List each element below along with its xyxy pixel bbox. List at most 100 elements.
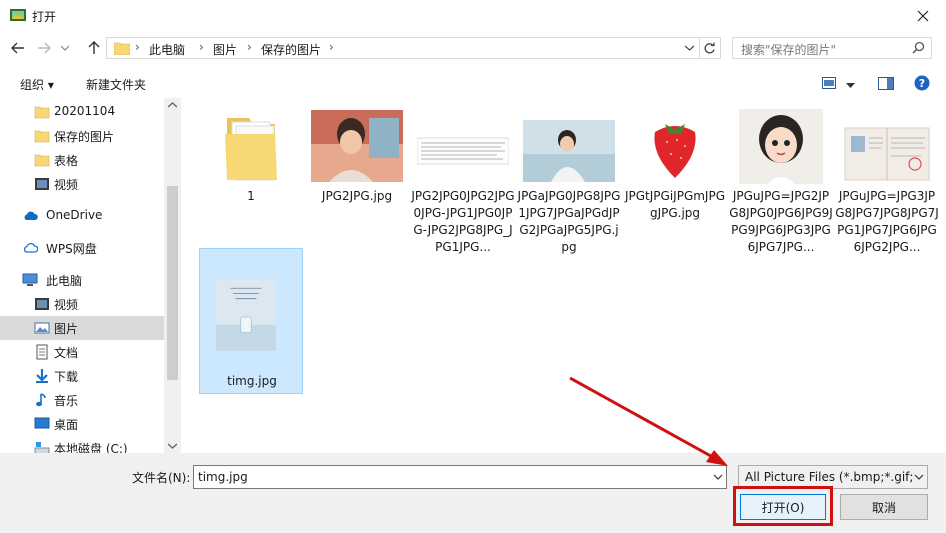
file-name: JPGuJPG=JPG2JPG8JPG0JPG6JPG9JPG9JPG6JPG3… bbox=[729, 189, 833, 254]
video-folder-icon bbox=[35, 298, 49, 310]
recent-locations-button[interactable] bbox=[58, 38, 72, 58]
sidebar-item-label: OneDrive bbox=[46, 208, 103, 222]
chevron-down-icon[interactable] bbox=[713, 470, 723, 484]
file-name: JPGtJPGiJPGmJPGgJPG.jpg bbox=[624, 189, 726, 220]
strawberry-thumbnail bbox=[629, 114, 721, 182]
file-tile[interactable]: JPGuJPG=JPG3JPG8JPG7JPG8JPG7JPG1JPG7JPG6… bbox=[835, 110, 939, 270]
file-tile[interactable]: JPG2JPG0JPG2JPG0JPG-JPG1JPG0JPG-JPG2JPG8… bbox=[411, 110, 515, 270]
file-tile[interactable]: JPG2JPG.jpg bbox=[305, 110, 409, 230]
organize-menu[interactable]: 组织 ▾ bbox=[20, 76, 54, 93]
sidebar-scrollbar[interactable] bbox=[164, 98, 181, 453]
close-button[interactable] bbox=[900, 0, 946, 32]
sidebar-item-videos-quick[interactable]: 视频 bbox=[0, 172, 164, 196]
up-arrow-icon bbox=[88, 41, 100, 54]
up-button[interactable] bbox=[84, 38, 104, 58]
folder-icon bbox=[34, 130, 50, 143]
file-name: JPG2JPG0JPG2JPG0JPG-JPG1JPG0JPG-JPG2JPG8… bbox=[411, 189, 515, 254]
breadcrumb-pictures[interactable]: 图片 bbox=[213, 41, 237, 58]
new-folder-button[interactable]: 新建文件夹 bbox=[86, 76, 146, 93]
forward-arrow-icon bbox=[38, 42, 51, 54]
pictures-folder-icon bbox=[34, 322, 50, 334]
view-options-button[interactable] bbox=[822, 77, 836, 89]
filename-value: timg.jpg bbox=[198, 470, 248, 484]
file-name: JPGuJPG=JPG3JPG8JPG7JPG8JPG7JPG1JPG7JPG6… bbox=[835, 189, 939, 254]
sidebar-item-desktop[interactable]: 桌面 bbox=[0, 412, 164, 436]
title-bar: 打开 bbox=[0, 0, 946, 32]
file-name: JPGaJPG0JPG8JPG1JPG7JPGaJPGdJPG2JPGaJPG5… bbox=[517, 189, 621, 254]
sidebar-item-saved-pictures[interactable]: 保存的图片 bbox=[0, 124, 164, 148]
sidebar-item-wps-cloud[interactable]: WPS网盘 bbox=[0, 236, 164, 260]
file-name: JPG2JPG.jpg bbox=[321, 189, 393, 203]
music-icon bbox=[36, 393, 46, 407]
cloud-icon bbox=[24, 211, 38, 220]
computer-icon bbox=[22, 273, 38, 286]
address-dropdown-button[interactable] bbox=[681, 39, 697, 57]
sidebar-item-pictures[interactable]: 图片 bbox=[0, 316, 164, 340]
video-folder-icon bbox=[35, 178, 49, 190]
search-placeholder: 搜索"保存的图片" bbox=[741, 43, 837, 57]
sidebar-item-20201104[interactable]: 20201104 bbox=[0, 100, 164, 124]
highlight-box bbox=[733, 486, 833, 526]
sidebar-item-videos[interactable]: 视频 bbox=[0, 292, 164, 316]
breadcrumb-separator: › bbox=[199, 40, 204, 54]
poster-thumbnail bbox=[216, 279, 276, 351]
sidebar-item-label: 视频 bbox=[54, 178, 79, 192]
file-tile-selected[interactable]: timg.jpg bbox=[199, 248, 303, 394]
file-tile[interactable]: JPGaJPG0JPG8JPG1JPG7JPGaJPGdJPG2JPGaJPG5… bbox=[517, 110, 621, 270]
scroll-up-icon[interactable] bbox=[168, 102, 177, 108]
scrollbar-thumb[interactable] bbox=[167, 186, 178, 380]
anime-character-thumbnail bbox=[311, 110, 403, 182]
drive-icon bbox=[34, 442, 50, 453]
forward-button[interactable] bbox=[34, 38, 54, 58]
certificate-thumbnail bbox=[844, 127, 930, 181]
sidebar-item-music[interactable]: 音乐 bbox=[0, 388, 164, 412]
view-dropdown-button[interactable] bbox=[846, 78, 856, 88]
folder-icon bbox=[34, 106, 50, 119]
sidebar-item-label: 文档 bbox=[54, 346, 79, 360]
sidebar-item-label: 音乐 bbox=[54, 394, 79, 408]
back-arrow-icon bbox=[11, 42, 24, 54]
search-box[interactable]: 搜索"保存的图片" bbox=[732, 37, 932, 59]
cancel-button-label: 取消 bbox=[871, 500, 896, 515]
cartoon-portrait-thumbnail bbox=[739, 109, 823, 184]
refresh-icon bbox=[704, 42, 715, 53]
sidebar-item-label: 视频 bbox=[54, 298, 79, 312]
sidebar-item-downloads[interactable]: 下载 bbox=[0, 364, 164, 388]
breadcrumb-saved-pictures[interactable]: 保存的图片 bbox=[261, 41, 321, 58]
cancel-button[interactable]: 取消 bbox=[840, 494, 928, 520]
close-icon bbox=[917, 10, 929, 22]
sidebar-item-documents[interactable]: 文档 bbox=[0, 340, 164, 364]
folder-icon bbox=[34, 154, 50, 167]
file-name: timg.jpg bbox=[227, 374, 277, 388]
sidebar-item-local-disk-c[interactable]: 本地磁盘 (C:) bbox=[0, 436, 164, 453]
document-scan-thumbnail bbox=[417, 137, 509, 165]
sidebar-item-label: 表格 bbox=[54, 154, 79, 168]
sidebar-item-label: WPS网盘 bbox=[46, 242, 97, 256]
sidebar-item-this-pc[interactable]: 此电脑 bbox=[0, 268, 164, 292]
sidebar-item-label: 保存的图片 bbox=[54, 130, 115, 144]
sidebar-item-label: 20201104 bbox=[54, 104, 116, 118]
filename-input[interactable]: timg.jpg bbox=[193, 465, 727, 489]
view-icon bbox=[822, 77, 836, 89]
sidebar-item-tables[interactable]: 表格 bbox=[0, 148, 164, 172]
sidebar-item-label: 本地磁盘 (C:) bbox=[54, 442, 128, 453]
wps-cloud-icon bbox=[23, 242, 38, 253]
file-tile[interactable]: JPGuJPG=JPG2JPG8JPG0JPG6JPG9JPG9JPG6JPG3… bbox=[729, 109, 833, 270]
file-tile[interactable]: 1 bbox=[199, 110, 303, 230]
help-button[interactable]: ? bbox=[914, 75, 930, 91]
address-bar[interactable]: › 此电脑 › 图片 › 保存的图片 › bbox=[106, 37, 700, 59]
breadcrumb-separator: › bbox=[135, 40, 140, 54]
sidebar-item-label: 图片 bbox=[54, 322, 79, 336]
back-button[interactable] bbox=[8, 38, 28, 58]
scroll-down-icon[interactable] bbox=[168, 443, 177, 449]
breadcrumb-this-pc[interactable]: 此电脑 bbox=[149, 41, 185, 58]
sidebar-item-onedrive[interactable]: OneDrive bbox=[0, 204, 164, 228]
file-list-view: 1 JPG2JPG.jpg JPG2JPG0JPG2JPG0JPG-JPG1JP… bbox=[181, 98, 946, 453]
preview-pane-button[interactable] bbox=[878, 77, 894, 90]
preview-pane-icon bbox=[878, 77, 894, 90]
file-tile[interactable]: JPGtJPGiJPGmJPGgJPG.jpg bbox=[623, 110, 727, 240]
filename-label: 文件名(N): bbox=[132, 471, 191, 485]
folder-icon bbox=[225, 118, 277, 181]
svg-text:?: ? bbox=[919, 77, 925, 90]
refresh-button[interactable] bbox=[699, 37, 721, 59]
